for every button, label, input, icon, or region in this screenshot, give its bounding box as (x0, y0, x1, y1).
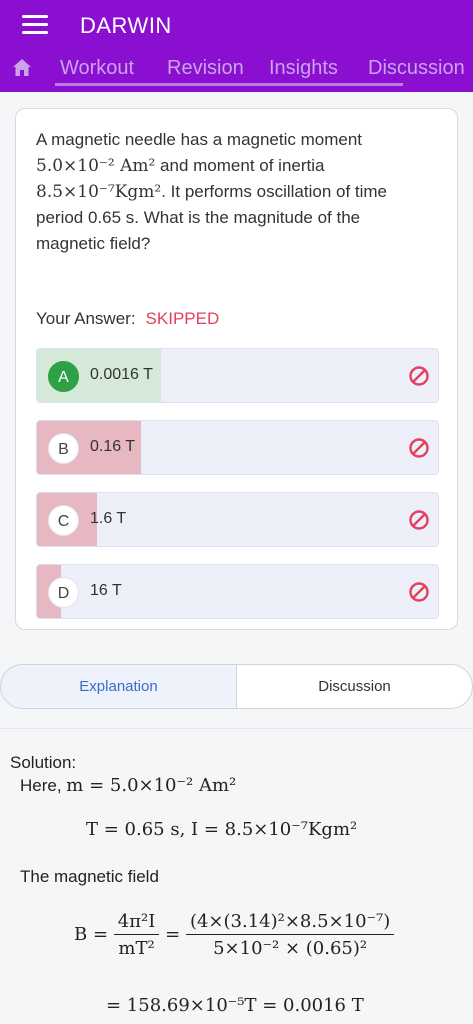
given-values-line: Here, m = 5.0×10⁻² Am² (20, 775, 237, 796)
tab-bar: Workout Revision Insights Discussion (0, 52, 473, 86)
not-selected-icon (409, 366, 429, 386)
top-bar: DARWIN (0, 0, 473, 52)
question-line: period 0.65 s. What is the magnitude of … (36, 208, 361, 227)
option-a[interactable]: A 0.0016 T (36, 348, 439, 403)
option-letter-badge: C (48, 505, 79, 536)
question-line: 5.0×10⁻² Am² and moment of inertia (36, 156, 325, 176)
magnetic-moment-value: 5.0×10⁻² Am² (36, 156, 156, 176)
answer-status: SKIPPED (145, 309, 220, 328)
home-icon[interactable] (10, 56, 34, 80)
not-selected-icon (409, 582, 429, 602)
option-letter-badge: A (48, 361, 79, 392)
magnetic-field-text: The magnetic field (20, 867, 159, 886)
solution-title: Solution: (10, 753, 77, 772)
not-selected-icon (409, 438, 429, 458)
option-text: 0.0016 T (90, 366, 153, 383)
field-result: = 158.69×10⁻⁵T = 0.0016 T (106, 995, 364, 1016)
field-formula: B = 4π²I mT² = (4×(3.14)²×8.5×10⁻⁷) 5×10… (74, 911, 395, 959)
tab-insights[interactable]: Insights (269, 57, 338, 80)
hamburger-menu-icon[interactable] (22, 15, 48, 37)
question-text: A magnetic needle has a magnetic moment … (36, 127, 441, 257)
substitution-fraction: (4×(3.14)²×8.5×10⁻⁷) 5×10⁻² × (0.65)² (185, 911, 395, 959)
app-header: DARWIN Workout Revision Insights Discuss… (0, 0, 473, 92)
tab-workout[interactable]: Workout (60, 57, 134, 80)
solution-panel: Solution: Here, m = 5.0×10⁻² Am² T = 0.6… (0, 728, 473, 1024)
not-selected-icon (409, 510, 429, 530)
tab-discussion[interactable]: Discussion (368, 57, 465, 80)
tab-indicator (55, 83, 403, 86)
tab-revision[interactable]: Revision (167, 57, 244, 80)
option-c[interactable]: C 1.6 T (36, 492, 439, 547)
option-letter-badge: D (48, 577, 79, 608)
your-answer-label: Your Answer: (36, 309, 136, 328)
discussion-tab[interactable]: Discussion (236, 664, 473, 709)
moment-of-inertia-value: 8.5×10⁻⁷Kgm² (36, 182, 162, 202)
explanation-tab[interactable]: Explanation (0, 664, 237, 709)
question-line: 8.5×10⁻⁷Kgm². It performs oscillation of… (36, 182, 388, 202)
option-text: 1.6 T (90, 510, 127, 527)
app-title: DARWIN (80, 13, 172, 38)
option-b[interactable]: B 0.16 T (36, 420, 439, 475)
explanation-discussion-toggle: Explanation Discussion (0, 664, 473, 709)
option-letter-badge: B (48, 433, 79, 464)
option-d[interactable]: D 16 T (36, 564, 439, 619)
option-text: 16 T (90, 582, 122, 599)
question-line: magnetic field? (36, 234, 151, 253)
given-period-inertia: T = 0.65 s, I = 8.5×10⁻⁷Kgm² (86, 819, 358, 840)
given-mass: m = 5.0×10⁻² Am² (66, 775, 237, 796)
question-card: A magnetic needle has a magnetic moment … (15, 108, 458, 630)
formula-fraction: 4π²I mT² (113, 911, 160, 959)
option-text: 0.16 T (90, 438, 136, 455)
your-answer-row: Your Answer: SKIPPED (36, 309, 219, 329)
question-line: A magnetic needle has a magnetic moment (36, 130, 363, 149)
